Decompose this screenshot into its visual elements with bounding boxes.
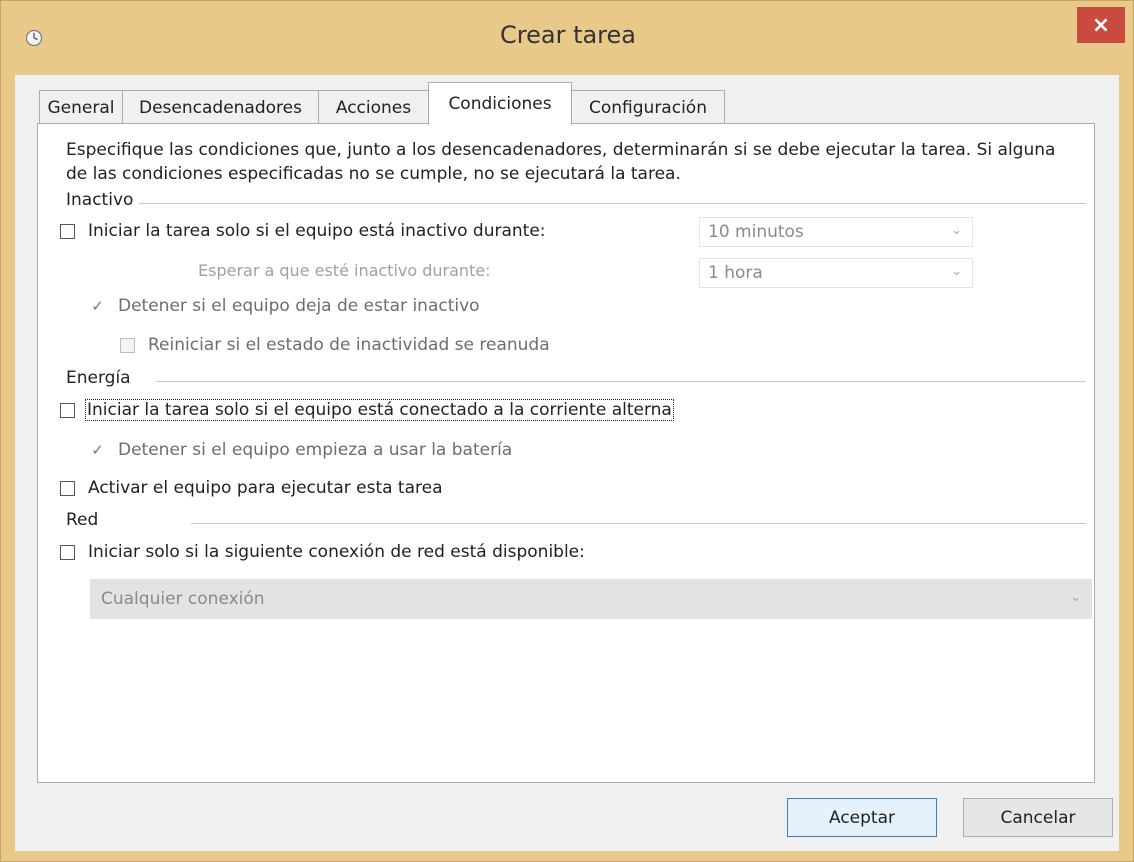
network-connection-value: Cualquier conexión [101,589,265,609]
chevron-down-icon: ⌄ [951,223,962,238]
wait-duration-value: 1 hora [708,263,763,283]
ok-button[interactable]: Aceptar [787,798,937,837]
start-if-network-label: Iniciar solo si la siguiente conexión de… [88,542,585,562]
chevron-down-icon: ⌄ [951,264,962,279]
conditions-panel: Especifique las condiciones que, junto a… [37,123,1095,783]
wake-to-run-label: Activar el equipo para ejecutar esta tar… [88,478,443,498]
close-icon: × [1091,12,1111,38]
start-if-network-checkbox[interactable] [60,544,75,560]
energia-divider [156,381,1086,382]
dialog-client: General Desencadenadores Acciones Condic… [15,75,1119,851]
start-if-network-row[interactable]: Iniciar solo si la siguiente conexión de… [60,542,585,562]
stop-on-battery-row[interactable]: ✓ Detener si el equipo empieza a usar la… [90,440,512,460]
tab-acciones[interactable]: Acciones [318,90,429,124]
red-divider [191,523,1086,524]
inactivo-group-label: Inactivo [66,190,140,210]
start-on-ac-row[interactable]: Iniciar la tarea solo si el equipo está … [60,399,674,421]
start-if-idle-checkbox[interactable] [60,223,75,239]
idle-duration-select[interactable]: 10 minutos ⌄ [699,217,973,247]
cancel-button[interactable]: Cancelar [963,798,1113,837]
conditions-description: Especifique las condiciones que, junto a… [66,140,1056,184]
restart-if-idle-row[interactable]: Reiniciar si el estado de inactividad se… [120,335,550,355]
restart-if-idle-label: Reiniciar si el estado de inactividad se… [148,335,550,355]
stop-on-battery-label: Detener si el equipo empieza a usar la b… [118,440,513,460]
wake-to-run-checkbox[interactable] [60,480,75,496]
start-if-idle-row[interactable]: Iniciar la tarea solo si el equipo está … [60,221,546,241]
close-button[interactable]: × [1077,7,1125,43]
chevron-down-icon: ⌄ [1070,590,1081,605]
tab-general[interactable]: General [39,90,123,124]
energia-group-label: Energía [66,368,137,388]
tab-condiciones[interactable]: Condiciones [428,82,572,125]
start-on-ac-label: Iniciar la tarea solo si el equipo está … [85,399,674,421]
dialog-window: Crear tarea × General Desencadenadores A… [0,0,1134,862]
tab-desencadenadores[interactable]: Desencadenadores [122,90,319,124]
red-group-label: Red [66,510,105,530]
network-connection-select[interactable]: Cualquier conexión ⌄ [90,579,1092,619]
stop-if-not-idle-label: Detener si el equipo deja de estar inact… [118,296,480,316]
wake-to-run-row[interactable]: Activar el equipo para ejecutar esta tar… [60,478,443,498]
start-on-ac-checkbox[interactable] [60,402,75,418]
idle-duration-value: 10 minutos [708,222,804,242]
stop-if-not-idle-checkbox[interactable]: ✓ [90,298,105,314]
restart-if-idle-checkbox[interactable] [120,337,135,353]
stop-if-not-idle-row[interactable]: ✓ Detener si el equipo deja de estar ina… [90,296,480,316]
stop-on-battery-checkbox[interactable]: ✓ [90,442,105,458]
window-title: Crear tarea [500,21,636,49]
start-if-idle-label: Iniciar la tarea solo si el equipo está … [88,221,546,241]
wait-duration-select[interactable]: 1 hora ⌄ [699,258,973,288]
inactivo-divider [138,203,1086,204]
title-bar[interactable]: Crear tarea × [1,1,1134,75]
tab-configuracion[interactable]: Configuración [571,90,725,124]
wait-idle-label: Esperar a que esté inactivo durante: [198,261,491,280]
